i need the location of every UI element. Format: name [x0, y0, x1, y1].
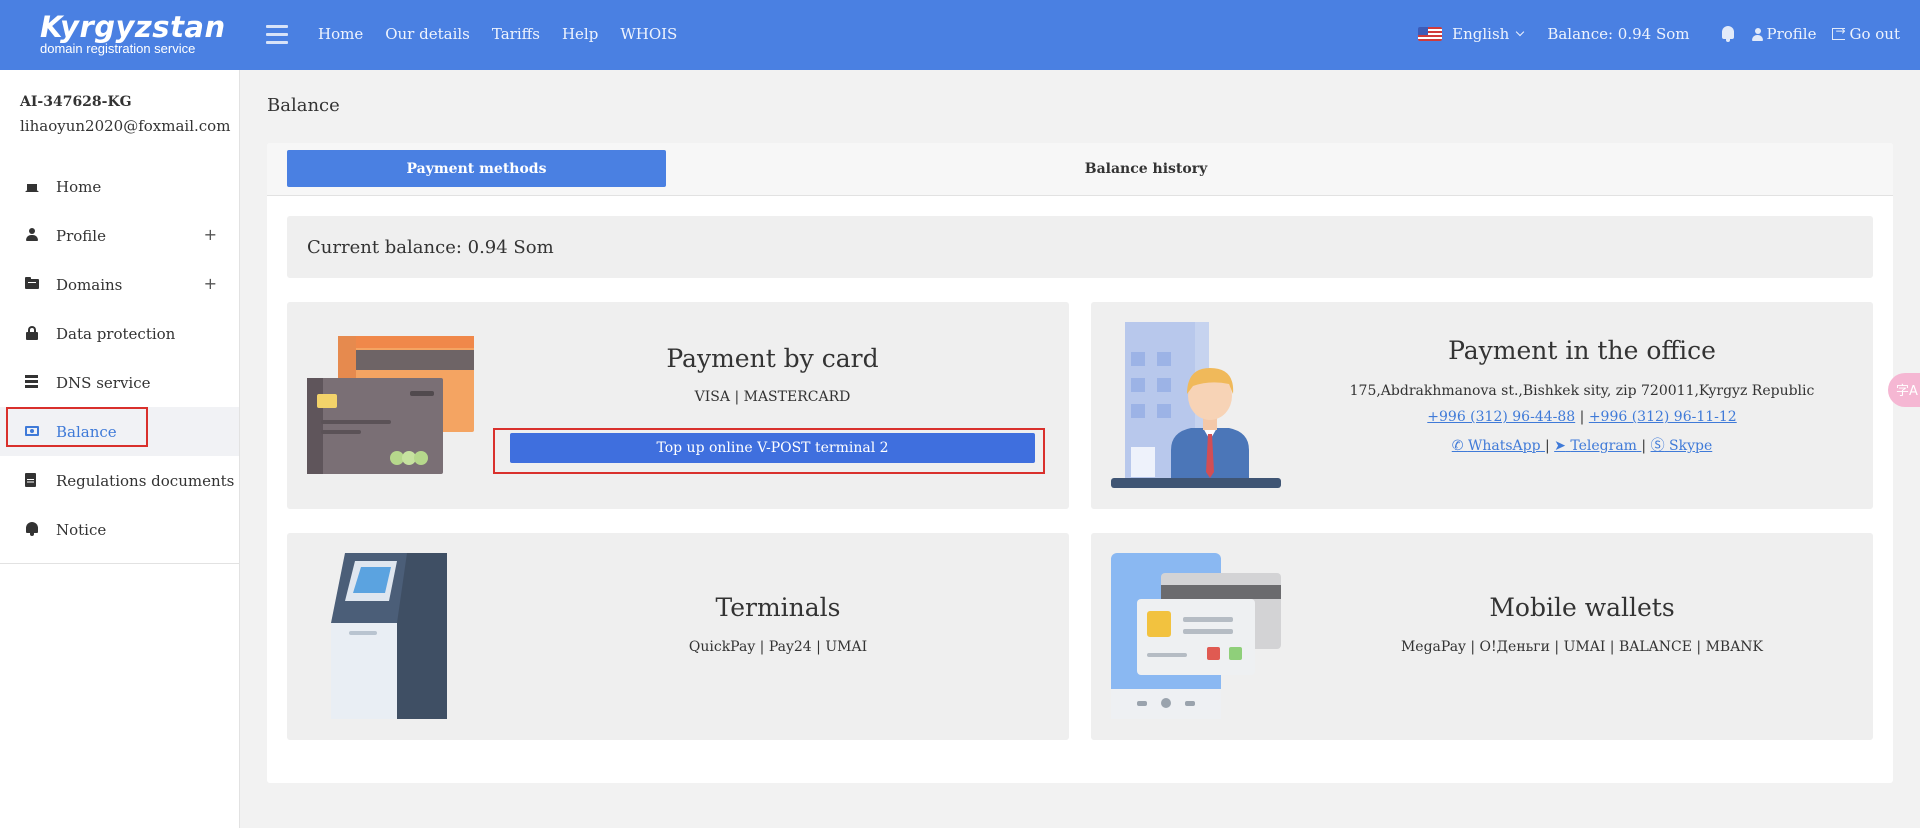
- sidebar-item-data-protection[interactable]: Data protection: [0, 309, 239, 358]
- sidebar-item-profile[interactable]: Profile +: [0, 211, 239, 260]
- sidebar-divider: [0, 563, 239, 564]
- user-icon: [25, 228, 39, 242]
- whatsapp-label: WhatsApp: [1467, 438, 1541, 454]
- tab-payment-methods[interactable]: Payment methods: [287, 150, 666, 187]
- folder-icon: [25, 277, 39, 289]
- expand-plus-icon[interactable]: +: [204, 274, 217, 293]
- sidebar-item-label: Home: [56, 177, 102, 196]
- office-address: 175,Abdrakhmanova st.,Bishkek sity, zip …: [1349, 383, 1815, 399]
- sidebar-menu: Home Profile + Domains + Data protection…: [0, 162, 239, 554]
- office-title: Payment in the office: [1448, 336, 1716, 365]
- terminals-title: Terminals: [715, 593, 841, 622]
- balance-panel: Payment methods Balance history Current …: [267, 143, 1893, 783]
- card-title: Payment by card: [666, 344, 879, 373]
- site-logo[interactable]: Kyrgyzstan domain registration service: [40, 12, 226, 56]
- whatsapp-icon: ✆: [1451, 438, 1464, 454]
- home-icon: [25, 178, 39, 192]
- account-id: AI-347628-KG: [20, 94, 132, 110]
- top-navbar: Kyrgyzstan domain registration service H…: [0, 0, 1920, 70]
- skype-icon: Ⓢ: [1650, 438, 1665, 454]
- skype-label: Skype: [1669, 438, 1713, 454]
- us-flag-icon: [1418, 27, 1443, 41]
- telegram-link[interactable]: ➤ Telegram: [1554, 438, 1641, 454]
- header-profile-link[interactable]: Profile: [1751, 25, 1817, 43]
- money-icon: [25, 426, 39, 436]
- wallets-subtitle: MegaPay | О!Деньги | UMAI | BALANCE | MB…: [1400, 639, 1764, 655]
- menu-toggle-icon[interactable]: [266, 25, 288, 45]
- top-up-online-button[interactable]: Top up online V-POST terminal 2: [510, 433, 1035, 463]
- server-icon: [25, 375, 38, 389]
- skype-link[interactable]: Ⓢ Skype: [1651, 438, 1713, 454]
- current-balance: Current balance: 0.94 Som: [287, 216, 1873, 278]
- nav-home-link[interactable]: Home: [318, 25, 363, 43]
- sidebar-item-label: Notice: [56, 520, 107, 539]
- wallets-title: Mobile wallets: [1489, 593, 1675, 622]
- terminals-subtitle: QuickPay | Pay24 | UMAI: [688, 639, 868, 655]
- telegram-icon: ➤: [1554, 438, 1566, 454]
- card-subtitle: VISA | MASTERCARD: [694, 389, 851, 405]
- sidebar-item-notice[interactable]: Notice: [0, 505, 239, 554]
- payment-in-office-card: Payment in the office 175,Abdrakhmanova …: [1091, 302, 1873, 509]
- sidebar-item-label: Regulations documents: [56, 471, 235, 490]
- header-profile-label: Profile: [1766, 25, 1817, 43]
- telegram-label: Telegram: [1570, 438, 1637, 454]
- lock-icon: [25, 326, 39, 340]
- separator: |: [1579, 409, 1585, 425]
- phone-link-1[interactable]: +996 (312) 96-44-88: [1427, 409, 1575, 425]
- bell-icon: [25, 522, 39, 536]
- nav-tariffs-link[interactable]: Tariffs: [492, 25, 540, 43]
- page-title: Balance: [267, 95, 340, 116]
- sidebar-item-domains[interactable]: Domains +: [0, 260, 239, 309]
- sign-out-icon: [1832, 24, 1846, 40]
- sidebar-item-regulations-documents[interactable]: Regulations documents: [0, 456, 239, 505]
- nav-whois-link[interactable]: WHOIS: [620, 25, 677, 43]
- separator: |: [1641, 438, 1647, 454]
- notification-bell-icon[interactable]: [1720, 25, 1736, 43]
- tab-bar: Payment methods Balance history: [267, 143, 1893, 196]
- sidebar-item-label: Profile: [56, 226, 106, 245]
- credit-cards-icon: [307, 336, 474, 474]
- top-right-actions: English Balance: 0.94 Som Profile Go out: [1418, 24, 1900, 43]
- nav-our-details-link[interactable]: Our details: [385, 25, 470, 43]
- phone-link-2[interactable]: +996 (312) 96-11-12: [1589, 409, 1737, 425]
- document-icon: [25, 473, 36, 487]
- top-nav: Home Our details Tariffs Help WHOIS: [318, 25, 677, 43]
- logout-label: Go out: [1849, 25, 1900, 43]
- account-email: lihaoyun2020@foxmail.com: [20, 117, 231, 135]
- whatsapp-link[interactable]: ✆ WhatsApp: [1452, 438, 1545, 454]
- payment-terminal-icon: [331, 553, 447, 719]
- sidebar-item-label: Balance: [56, 422, 117, 441]
- language-selector[interactable]: English: [1418, 25, 1525, 43]
- office-messengers: ✆ WhatsApp | ➤ Telegram | Ⓢ Skype: [1291, 435, 1873, 455]
- sidebar: AI-347628-KG lihaoyun2020@foxmail.com Ho…: [0, 70, 240, 828]
- expand-plus-icon[interactable]: +: [204, 225, 217, 244]
- user-icon: [1751, 27, 1763, 41]
- logo-subtitle: domain registration service: [40, 41, 196, 56]
- mobile-wallets-card: Mobile wallets MegaPay | О!Деньги | UMAI…: [1091, 533, 1873, 740]
- logout-link[interactable]: Go out: [1832, 24, 1900, 43]
- translate-widget-icon[interactable]: [1888, 373, 1920, 407]
- sidebar-item-label: DNS service: [56, 373, 151, 392]
- tab-balance-history[interactable]: Balance history: [956, 150, 1336, 187]
- terminals-card: Terminals QuickPay | Pay24 | UMAI: [287, 533, 1069, 740]
- logo-title: Kyrgyzstan: [40, 10, 226, 44]
- sidebar-item-label: Data protection: [56, 324, 176, 343]
- sidebar-item-dns-service[interactable]: DNS service: [0, 358, 239, 407]
- payment-by-card-card: Payment by card VISA | MASTERCARD Top up…: [287, 302, 1069, 509]
- sidebar-item-label: Domains: [56, 275, 123, 294]
- separator: |: [1545, 438, 1550, 454]
- header-balance[interactable]: Balance: 0.94 Som: [1547, 25, 1689, 43]
- language-label: English: [1452, 25, 1510, 43]
- office-phones: +996 (312) 96-44-88 | +996 (312) 96-11-1…: [1291, 409, 1873, 425]
- nav-help-link[interactable]: Help: [562, 25, 598, 43]
- sidebar-item-home[interactable]: Home: [0, 162, 239, 211]
- chevron-down-icon: [1516, 27, 1525, 37]
- office-building-clerk-icon: [1111, 322, 1281, 488]
- sidebar-item-balance[interactable]: Balance: [0, 407, 239, 456]
- mobile-wallet-icon: [1111, 553, 1281, 719]
